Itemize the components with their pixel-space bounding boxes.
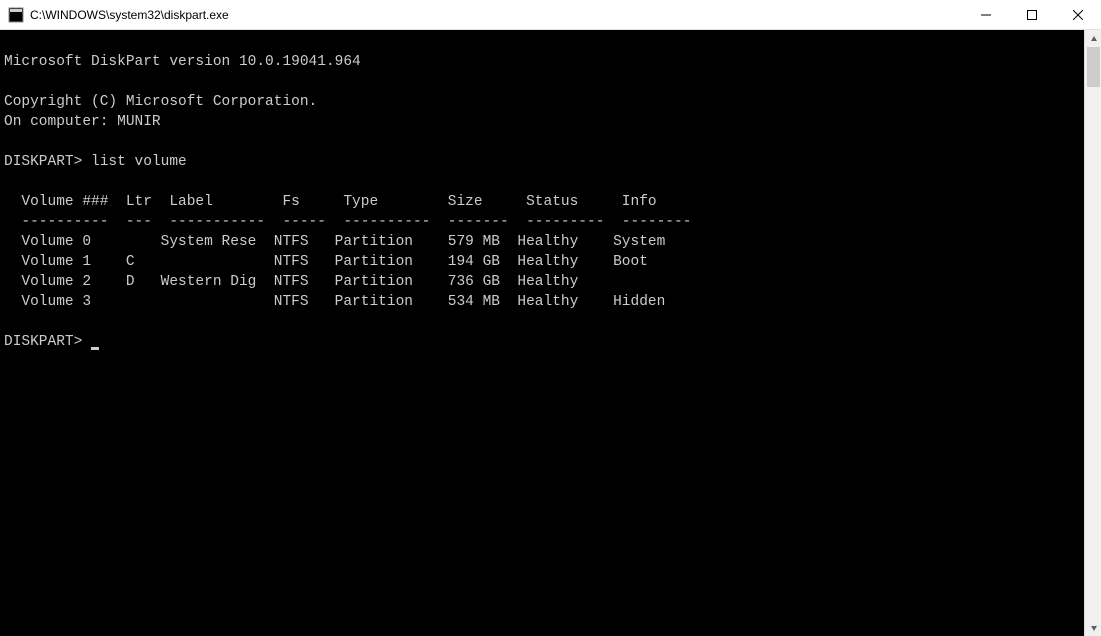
window-title: C:\WINDOWS\system32\diskpart.exe: [30, 8, 963, 22]
scrollbar[interactable]: [1084, 30, 1101, 636]
app-icon: [8, 7, 24, 23]
maximize-button[interactable]: [1009, 0, 1055, 30]
titlebar: C:\WINDOWS\system32\diskpart.exe: [0, 0, 1101, 30]
cursor: [91, 347, 99, 350]
scrollbar-up-arrow[interactable]: [1085, 30, 1101, 47]
scrollbar-thumb[interactable]: [1087, 47, 1100, 87]
close-button[interactable]: [1055, 0, 1101, 30]
scrollbar-down-arrow[interactable]: [1085, 619, 1101, 636]
terminal-output[interactable]: Microsoft DiskPart version 10.0.19041.96…: [0, 30, 1084, 636]
content-area: Microsoft DiskPart version 10.0.19041.96…: [0, 30, 1101, 636]
window-controls: [963, 0, 1101, 29]
minimize-button[interactable]: [963, 0, 1009, 30]
